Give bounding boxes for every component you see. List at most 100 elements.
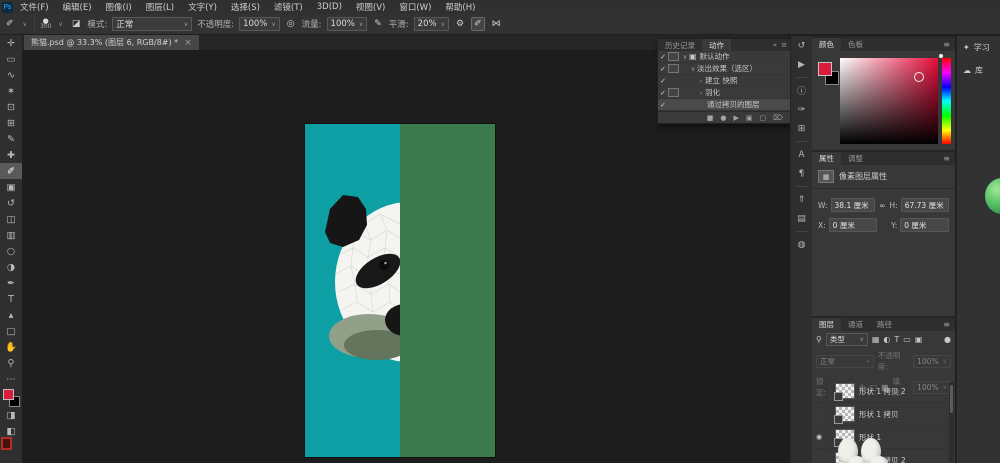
visibility-toggle[interactable] bbox=[812, 380, 827, 402]
document-tab-close-icon[interactable]: × bbox=[184, 38, 192, 48]
layers-scrollbar[interactable] bbox=[949, 382, 954, 462]
pressure-opacity-icon[interactable]: ◎ bbox=[285, 18, 297, 30]
expand-icon[interactable]: › bbox=[697, 77, 705, 85]
filter-kind-select[interactable]: 类型 ∨ bbox=[826, 333, 868, 346]
smoothing-select[interactable]: 20% ∨ bbox=[414, 17, 449, 31]
new-set-folder-icon[interactable]: ▣ bbox=[746, 114, 753, 122]
h-field[interactable]: 67.73 厘米 bbox=[901, 198, 949, 212]
actions-panel-icon[interactable]: ▶ bbox=[791, 55, 812, 74]
menu-filter[interactable]: 滤镜(T) bbox=[267, 1, 310, 13]
crop-tool-icon[interactable]: ⊡ bbox=[0, 99, 22, 115]
magic-wand-tool-icon[interactable]: ✶ bbox=[0, 83, 22, 99]
tab-color[interactable]: 颜色 bbox=[812, 38, 841, 51]
menu-file[interactable]: 文件(F) bbox=[13, 1, 56, 13]
color-panel-menu-icon[interactable]: ≡ bbox=[943, 38, 955, 51]
tool-preset-caret-icon[interactable]: ∨ bbox=[21, 20, 29, 29]
libraries-panel-button[interactable]: ☁ 库 bbox=[957, 59, 1000, 82]
red-swatch-icon[interactable] bbox=[1, 437, 12, 450]
learn-panel-button[interactable]: ✦ 学习 bbox=[957, 36, 1000, 59]
tab-channels[interactable]: 通道 bbox=[841, 318, 870, 331]
menu-image[interactable]: 图像(I) bbox=[99, 1, 139, 13]
tab-swatches[interactable]: 色板 bbox=[841, 38, 870, 51]
character-panel-icon[interactable]: A bbox=[791, 145, 812, 164]
tab-adjustments[interactable]: 调整 bbox=[841, 152, 870, 165]
menu-type[interactable]: 文字(Y) bbox=[181, 1, 224, 13]
dodge-tool-icon[interactable]: ◑ bbox=[0, 259, 22, 275]
smoothing-gear-icon[interactable]: ⚙ bbox=[454, 18, 466, 30]
zoom-tool-icon[interactable]: ⚲ bbox=[0, 355, 22, 371]
action-row-selected[interactable]: ✓ 通过拷贝的图层 bbox=[658, 99, 791, 111]
mode-select[interactable]: 正常 ∨ bbox=[112, 17, 192, 31]
history-brush-tool-icon[interactable]: ↺ bbox=[0, 195, 22, 211]
pen-tool-icon[interactable]: ✒ bbox=[0, 275, 22, 291]
action-check-icon[interactable]: ✓ bbox=[658, 65, 668, 73]
menu-view[interactable]: 视图(V) bbox=[349, 1, 392, 13]
color-panel-swatches[interactable] bbox=[817, 60, 839, 86]
quick-mask-icon[interactable]: ◨ bbox=[0, 407, 22, 423]
blend-mode-select[interactable]: 正常 ∨ bbox=[816, 355, 874, 368]
saturation-brightness-field[interactable] bbox=[840, 58, 938, 144]
menu-help[interactable]: 帮助(H) bbox=[438, 1, 482, 13]
tool-preset-brush-icon[interactable]: ✐ bbox=[4, 18, 16, 30]
gradient-tool-icon[interactable]: ▥ bbox=[0, 227, 22, 243]
flow-select[interactable]: 100% ∨ bbox=[327, 17, 368, 31]
layer-thumbnail[interactable] bbox=[835, 383, 855, 399]
paragraph-panel-icon[interactable]: ¶ bbox=[791, 164, 812, 183]
frame-tool-icon[interactable]: ⊞ bbox=[0, 115, 22, 131]
properties-panel-menu-icon[interactable]: ≡ bbox=[943, 152, 955, 165]
expand-icon[interactable]: › bbox=[697, 89, 705, 97]
color-cursor-icon[interactable] bbox=[914, 72, 924, 82]
brush-panel-toggle-icon[interactable]: ◪ bbox=[70, 18, 83, 30]
filter-adjustment-icon[interactable]: ◐ bbox=[883, 335, 890, 344]
visibility-toggle[interactable] bbox=[812, 449, 827, 463]
link-dimensions-icon[interactable]: ∞ bbox=[878, 201, 886, 210]
menu-layer[interactable]: 图层(L) bbox=[139, 1, 181, 13]
brush-settings-panel-icon[interactable]: ✑ bbox=[791, 100, 812, 119]
brush-preset-picker[interactable]: ● 300 bbox=[40, 18, 51, 30]
play-icon[interactable]: ▶ bbox=[733, 114, 738, 122]
w-field[interactable]: 38.1 厘米 bbox=[831, 198, 876, 212]
layers-panel-menu-icon[interactable]: ≡ bbox=[943, 318, 955, 331]
delete-icon[interactable]: ⌦ bbox=[773, 114, 783, 122]
edit-toolbar-icon[interactable]: ⋯ bbox=[0, 371, 22, 387]
filter-shape-icon[interactable]: ▭ bbox=[903, 335, 911, 344]
y-field[interactable]: 0 厘米 bbox=[900, 218, 949, 232]
action-check-icon[interactable]: ✓ bbox=[658, 77, 668, 85]
new-action-icon[interactable]: ▢ bbox=[759, 114, 766, 122]
layer-name[interactable]: 形状 1 拷贝 2 bbox=[859, 386, 906, 397]
action-check-icon[interactable]: ✓ bbox=[658, 101, 668, 109]
type-tool-icon[interactable]: T bbox=[0, 291, 22, 307]
menu-3d[interactable]: 3D(D) bbox=[310, 2, 349, 12]
opacity-select[interactable]: 100% ∨ bbox=[239, 17, 280, 31]
document-canvas[interactable] bbox=[305, 124, 495, 457]
tab-layers[interactable]: 图层 bbox=[812, 318, 841, 331]
pressure-size-icon[interactable]: ✐ bbox=[471, 17, 485, 31]
panel-collapse-icon[interactable]: « bbox=[773, 41, 777, 49]
visibility-toggle[interactable] bbox=[812, 403, 827, 425]
foreground-swatch[interactable] bbox=[818, 62, 832, 76]
marquee-tool-icon[interactable]: ▭ bbox=[0, 51, 22, 67]
action-row[interactable]: ✓ › 羽化 bbox=[658, 87, 791, 99]
menu-window[interactable]: 窗口(W) bbox=[392, 1, 438, 13]
menu-select[interactable]: 选择(S) bbox=[224, 1, 267, 13]
hue-slider-handle[interactable] bbox=[939, 54, 943, 58]
visibility-eye-icon[interactable]: ◉ bbox=[812, 426, 827, 448]
action-dialog-toggle[interactable] bbox=[668, 52, 679, 61]
tab-actions[interactable]: 动作 bbox=[702, 39, 731, 51]
clone-stamp-tool-icon[interactable]: ▣ bbox=[0, 179, 22, 195]
action-check-icon[interactable]: ✓ bbox=[658, 89, 668, 97]
info-panel-icon[interactable]: ⓘ bbox=[791, 81, 812, 100]
layer-row[interactable]: 形状 1 拷贝 2 bbox=[812, 380, 948, 403]
brush-picker-caret-icon[interactable]: ∨ bbox=[56, 20, 64, 29]
move-tool-icon[interactable]: ✛ bbox=[0, 35, 22, 51]
symmetry-icon[interactable]: ⋈ bbox=[490, 18, 503, 30]
airbrush-icon[interactable]: ✎ bbox=[372, 18, 384, 30]
layer-row[interactable]: 形状 1 拷贝 bbox=[812, 403, 948, 426]
expand-icon[interactable]: ∨ bbox=[681, 53, 689, 61]
history-panel-icon[interactable]: ↺ bbox=[791, 36, 812, 55]
brush-tool-icon[interactable]: ✐ bbox=[0, 163, 22, 179]
document-tab[interactable]: 熊猫.psd @ 33.3% (图层 6, RGB/8#) * × bbox=[24, 35, 199, 50]
panel-menu-icon[interactable]: ≡ bbox=[781, 41, 787, 49]
eraser-tool-icon[interactable]: ◫ bbox=[0, 211, 22, 227]
eyedropper-tool-icon[interactable]: ✎ bbox=[0, 131, 22, 147]
